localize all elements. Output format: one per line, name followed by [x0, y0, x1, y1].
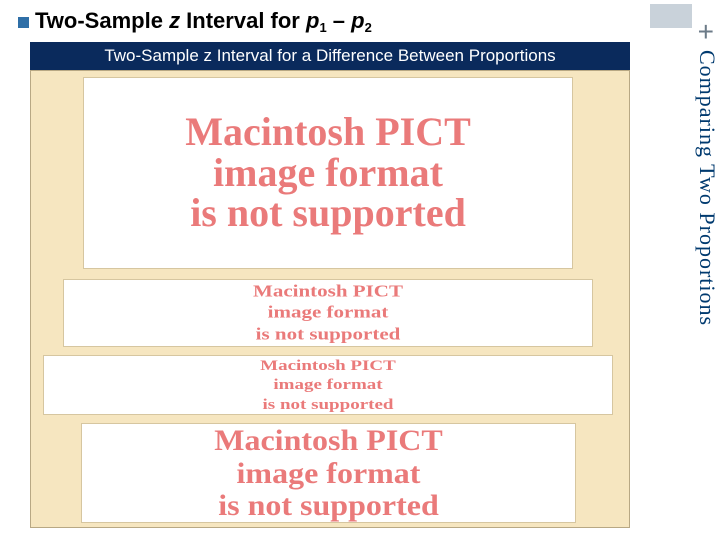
section-title-band: Two-Sample z Interval for a Difference B…: [30, 42, 630, 70]
plus-decoration: +: [698, 18, 714, 46]
pict-line: image format: [237, 458, 421, 488]
pict-placeholder-1: Macintosh PICT image format is not suppo…: [83, 77, 573, 269]
pict-line: is not supported: [263, 397, 394, 412]
heading-middle: Interval for: [180, 8, 306, 33]
decorative-corner-box: [650, 4, 692, 28]
pict-placeholder-4: Macintosh PICT image format is not suppo…: [81, 423, 576, 523]
pict-line: Macintosh PICT: [253, 283, 403, 300]
vertical-side-title: Comparing Two Proportions: [688, 50, 720, 430]
heading-sub1: 1: [319, 20, 326, 35]
heading-sub2: 2: [365, 20, 372, 35]
heading-prefix: Two-Sample: [35, 8, 169, 33]
pict-line: image format: [213, 153, 443, 194]
pict-line: image format: [273, 377, 382, 392]
slide-heading: Two-Sample z Interval for p1 – p2: [18, 8, 372, 35]
heading-p2: p: [351, 8, 364, 33]
pict-line: Macintosh PICT: [214, 425, 442, 455]
pict-line: Macintosh PICT: [260, 358, 396, 373]
pict-line: is not supported: [256, 326, 401, 343]
pict-line: Macintosh PICT: [185, 112, 471, 153]
pict-placeholder-2: Macintosh PICT image format is not suppo…: [63, 279, 593, 347]
pict-placeholder-3: Macintosh PICT image format is not suppo…: [43, 355, 613, 415]
slide-container: + Comparing Two Proportions Two-Sample z…: [0, 0, 720, 540]
pict-line: is not supported: [218, 491, 439, 521]
pict-line: is not supported: [190, 193, 466, 234]
bullet-icon: [18, 17, 29, 28]
content-panel: Macintosh PICT image format is not suppo…: [30, 70, 630, 528]
heading-dash: –: [327, 8, 351, 33]
heading-p1: p: [306, 8, 319, 33]
heading-z: z: [169, 8, 180, 33]
pict-line: image format: [268, 305, 389, 322]
